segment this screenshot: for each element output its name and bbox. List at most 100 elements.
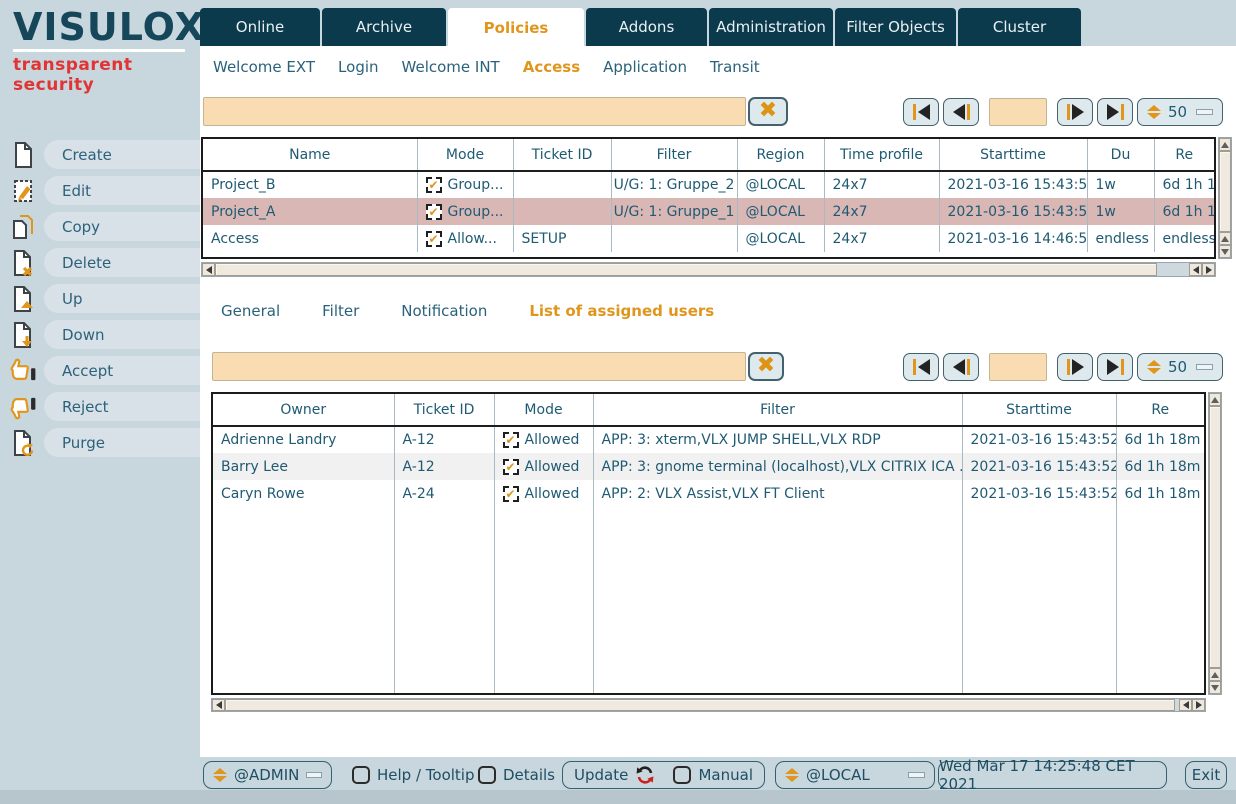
- empty-cell: [962, 507, 1116, 693]
- tab-archive[interactable]: Archive: [322, 8, 446, 46]
- scroll-up-button[interactable]: [1209, 393, 1221, 406]
- scrollbar-thumb[interactable]: [215, 263, 1157, 276]
- tab-administration[interactable]: Administration: [709, 8, 833, 46]
- datetime-display[interactable]: Wed Mar 17 14:25:48 CET 2021: [938, 761, 1167, 789]
- table-row[interactable]: Project_B ✔Group... U/G: 1: Gruppe_2 @LO…: [203, 171, 1214, 198]
- first-page-button[interactable]: [903, 353, 939, 381]
- subtab-welcome-int[interactable]: Welcome INT: [402, 58, 500, 76]
- users-search-input[interactable]: [212, 352, 746, 381]
- subtab-welcome-ext[interactable]: Welcome EXT: [213, 58, 315, 76]
- policies-page-input[interactable]: [989, 98, 1047, 126]
- scroll-left-button[interactable]: [1179, 699, 1192, 711]
- scroll-down-button[interactable]: [1209, 681, 1221, 694]
- last-page-button[interactable]: [1097, 98, 1133, 126]
- col-header-owner[interactable]: Owner: [213, 394, 394, 426]
- exit-button[interactable]: Exit: [1185, 761, 1227, 789]
- sidebar-item-copy[interactable]: Copy: [0, 210, 200, 246]
- tab-list-of-assigned-users[interactable]: List of assigned users: [529, 302, 714, 320]
- col-header-re[interactable]: Re: [1116, 394, 1204, 426]
- tab-general[interactable]: General: [221, 302, 280, 320]
- scrollbar-thumb[interactable]: [225, 699, 1175, 711]
- scroll-left-button[interactable]: [212, 699, 225, 711]
- col-header-region[interactable]: Region: [737, 139, 824, 171]
- tab-label: Cluster: [993, 18, 1046, 36]
- sidebar-item-purge[interactable]: Purge: [0, 426, 200, 462]
- details-checkbox[interactable]: [478, 766, 496, 784]
- tab-addons[interactable]: Addons: [586, 8, 707, 46]
- last-page-button[interactable]: [1097, 353, 1133, 381]
- sidebar-item-down[interactable]: Down: [0, 318, 200, 354]
- users-page-input[interactable]: [989, 353, 1047, 381]
- sidebar-item-reject[interactable]: Reject: [0, 390, 200, 426]
- details-label: Details: [503, 766, 555, 784]
- col-header-time-profile[interactable]: Time profile: [824, 139, 939, 171]
- tab-notification[interactable]: Notification: [401, 302, 487, 320]
- subtab-application[interactable]: Application: [603, 58, 687, 76]
- sidebar-item-accept[interactable]: Accept: [0, 354, 200, 390]
- scroll-down-button[interactable]: [1219, 245, 1231, 258]
- admin-select[interactable]: @ADMIN: [203, 761, 332, 789]
- policies-search-input[interactable]: [203, 97, 746, 126]
- sidebar-item-edit[interactable]: Edit: [0, 174, 200, 210]
- tab-cluster[interactable]: Cluster: [958, 8, 1081, 46]
- col-header-du[interactable]: Du: [1087, 139, 1154, 171]
- arrow-up-icon: [1221, 236, 1229, 242]
- col-header-ticket-id[interactable]: Ticket ID: [394, 394, 494, 426]
- cell-time-profile: 24x7: [824, 225, 939, 252]
- scroll-right-button[interactable]: [1202, 263, 1215, 276]
- first-page-button[interactable]: [903, 98, 939, 126]
- sidebar-item-up[interactable]: Up: [0, 282, 200, 318]
- prev-page-button[interactable]: [943, 353, 979, 381]
- col-header-ticket-id[interactable]: Ticket ID: [513, 139, 611, 171]
- scroll-left-button[interactable]: [1189, 263, 1202, 276]
- sidebar-item-delete[interactable]: Delete: [0, 246, 200, 282]
- table-row[interactable]: Barry Lee A-12 ✔Allowed APP: 3: gnome te…: [213, 453, 1204, 480]
- help-tooltip-checkbox[interactable]: [352, 766, 370, 784]
- subtab-login[interactable]: Login: [338, 58, 378, 76]
- tab-filter[interactable]: Filter: [322, 302, 359, 320]
- sidebar-item-create[interactable]: Create: [0, 138, 200, 174]
- subtab-transit[interactable]: Transit: [710, 58, 760, 76]
- tab-online[interactable]: Online: [200, 8, 320, 46]
- table-row[interactable]: Access ✔Allow... SETUP @LOCAL 24x7 2021-…: [203, 225, 1214, 252]
- table-row-selected[interactable]: Project_A ✔Group... U/G: 1: Gruppe_1 @LO…: [203, 198, 1214, 225]
- col-header-starttime[interactable]: Starttime: [962, 394, 1116, 426]
- col-header-name[interactable]: Name: [203, 139, 417, 171]
- manual-checkbox[interactable]: [673, 766, 691, 784]
- next-page-button[interactable]: [1057, 353, 1093, 381]
- scrollbar-thumb[interactable]: [1209, 406, 1221, 668]
- empty-cell: [394, 507, 494, 693]
- users-page-size-select[interactable]: 50: [1137, 353, 1223, 381]
- local-select[interactable]: @LOCAL: [775, 761, 935, 789]
- scroll-right-button[interactable]: [1192, 699, 1205, 711]
- arrow-right-icon: [1206, 266, 1212, 274]
- table-row[interactable]: Caryn Rowe A-24 ✔Allowed APP: 2: VLX Ass…: [213, 480, 1204, 507]
- scrollbar-thumb[interactable]: [1219, 151, 1231, 232]
- col-header-mode[interactable]: Mode: [417, 139, 513, 171]
- policies-search-clear-button[interactable]: ✖: [748, 97, 788, 126]
- update-button[interactable]: Update: [574, 765, 656, 785]
- col-header-mode[interactable]: Mode: [494, 394, 593, 426]
- policies-page-size-select[interactable]: 50: [1137, 98, 1223, 126]
- scroll-up-button[interactable]: [1219, 138, 1231, 151]
- tab-policies[interactable]: Policies: [448, 8, 584, 47]
- next-page-button[interactable]: [1057, 98, 1093, 126]
- col-header-starttime[interactable]: Starttime: [939, 139, 1087, 171]
- scroll-up-button[interactable]: [1219, 232, 1231, 245]
- tab-filter-objects[interactable]: Filter Objects: [835, 8, 956, 46]
- arrow-down-icon: [1211, 685, 1219, 691]
- scroll-up-button[interactable]: [1209, 668, 1221, 681]
- scroll-left-button[interactable]: [202, 263, 215, 276]
- prev-page-button[interactable]: [943, 98, 979, 126]
- cell-region: @LOCAL: [737, 225, 824, 252]
- cell-starttime: 2021-03-16 15:43:52: [962, 480, 1116, 507]
- col-header-re[interactable]: Re: [1154, 139, 1214, 171]
- col-header-filter[interactable]: Filter: [593, 394, 962, 426]
- col-header-filter[interactable]: Filter: [611, 139, 737, 171]
- subtab-access[interactable]: Access: [523, 58, 580, 76]
- users-table-vertical-scrollbar: [1208, 392, 1222, 695]
- arrow-left-icon: [918, 104, 930, 120]
- scrollbar-track[interactable]: [1157, 263, 1189, 276]
- users-search-clear-button[interactable]: ✖: [748, 352, 784, 381]
- table-row[interactable]: Adrienne Landry A-12 ✔Allowed APP: 3: xt…: [213, 426, 1204, 453]
